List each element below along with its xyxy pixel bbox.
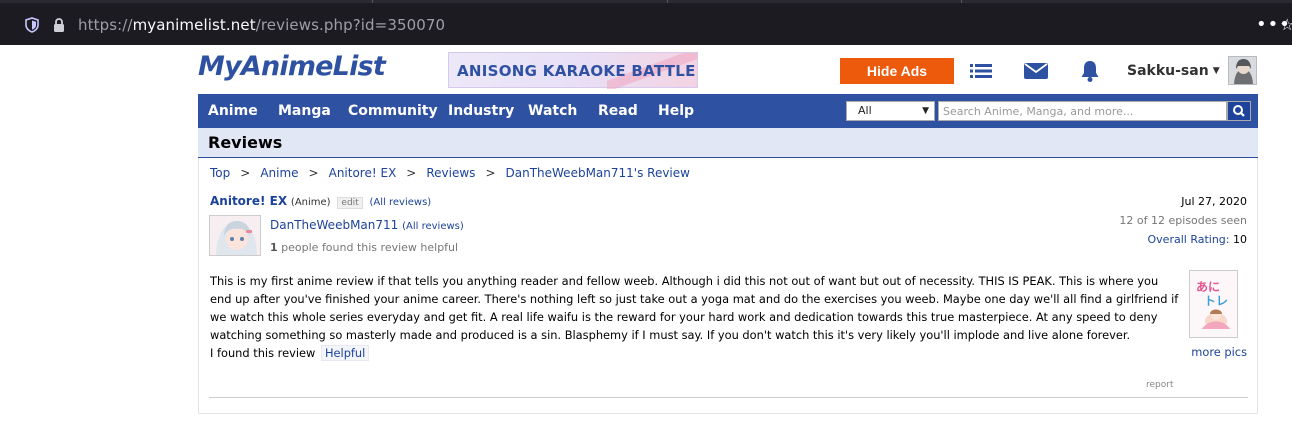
review-body: This is my first anime review if that te…: [210, 274, 1179, 343]
anime-title-link[interactable]: Anitore! EX: [210, 194, 287, 208]
lock-icon[interactable]: [53, 18, 65, 32]
anime-type: (Anime): [290, 197, 331, 208]
overall-rating: Overall Rating: 10: [1148, 233, 1247, 246]
search-input[interactable]: Search Anime, Manga, and more...: [938, 101, 1227, 121]
avatar-image: [1229, 57, 1256, 84]
tracking-protection-shield-icon[interactable]: [25, 17, 39, 33]
breadcrumb-anime-title[interactable]: Anitore! EX: [329, 166, 397, 180]
reviewer-avatar-image: [210, 216, 260, 255]
overall-rating-value: 10: [1233, 233, 1247, 246]
nav-industry[interactable]: Industry: [448, 103, 514, 119]
episodes-seen: 12 of 12 episodes seen: [1119, 214, 1247, 227]
anime-all-reviews-link[interactable]: (All reviews): [370, 197, 432, 208]
search-icon: [1233, 105, 1245, 117]
messages-envelope-icon[interactable]: [1023, 58, 1049, 84]
hide-ads-button[interactable]: Hide Ads: [840, 58, 954, 84]
breadcrumb-review[interactable]: DanTheWeebMan711's Review: [506, 166, 690, 180]
breadcrumb: Top > Anime > Anitore! EX > Reviews > DanTheWeeb…: [210, 166, 690, 180]
helpful-count-text: people found this review helpful: [281, 241, 459, 254]
nav-manga[interactable]: Manga: [278, 103, 331, 119]
edit-button[interactable]: edit: [337, 197, 363, 209]
nav-read[interactable]: Read: [598, 103, 638, 119]
breadcrumb-separator: >: [485, 166, 496, 180]
nav-watch[interactable]: Watch: [528, 103, 577, 119]
overall-rating-label: Overall Rating:: [1147, 233, 1230, 246]
page-header: Reviews: [198, 128, 1258, 158]
main-nav: Anime Manga Community Industry Watch Rea…: [198, 94, 1258, 128]
anime-poster[interactable]: あに トレ: [1189, 270, 1238, 338]
review-date: Jul 27, 2020: [1181, 195, 1247, 208]
reviewer-name-link[interactable]: DanTheWeebMan711: [270, 218, 398, 232]
breadcrumb-top[interactable]: Top: [210, 166, 230, 180]
username: Sakku-san: [1127, 63, 1209, 79]
search-button[interactable]: [1227, 101, 1251, 121]
helpful-button[interactable]: Helpful: [320, 345, 370, 361]
poster-image: あに トレ: [1190, 271, 1237, 337]
review-divider: [209, 397, 1248, 398]
url-text[interactable]: https://myanimelist.net/reviews.php?id=3…: [78, 16, 445, 34]
helpful-count-number: 1: [270, 241, 278, 254]
helpful-count: 1 people found this review helpful: [270, 241, 458, 254]
page-title: Reviews: [208, 133, 283, 152]
reviewer-avatar[interactable]: [209, 215, 261, 256]
notifications-bell-icon[interactable]: [1077, 58, 1103, 84]
svg-text:あに: あに: [1196, 280, 1220, 294]
user-avatar[interactable]: [1228, 56, 1257, 85]
svg-text:トレ: トレ: [1204, 294, 1228, 308]
url-scheme: https://: [78, 16, 133, 34]
reviewer-line: DanTheWeebMan711 (All reviews): [270, 218, 464, 232]
breadcrumb-reviews[interactable]: Reviews: [426, 166, 475, 180]
site-logo[interactable]: MyAnimeList: [198, 51, 386, 82]
nav-community[interactable]: Community: [348, 103, 438, 119]
breadcrumb-separator: >: [308, 166, 319, 180]
user-menu[interactable]: Sakku-san ▼: [1127, 63, 1220, 79]
search-category-select[interactable]: All ▼: [846, 101, 935, 121]
breadcrumb-anime[interactable]: Anime: [260, 166, 298, 180]
more-pics-link[interactable]: more pics: [1191, 345, 1247, 359]
chevron-down-icon: ▼: [1212, 66, 1220, 76]
banner-text: ANISONG KARAOKE BATTLE: [457, 62, 696, 80]
reviewer-all-reviews-link[interactable]: (All reviews): [402, 221, 464, 232]
helpful-prompt: I found this review Helpful: [210, 345, 370, 361]
bookmark-star-icon[interactable]: ☆: [1280, 15, 1292, 34]
breadcrumb-separator: >: [240, 166, 251, 180]
url-path: /reviews.php?id=350070: [255, 16, 446, 34]
nav-help[interactable]: Help: [658, 103, 694, 119]
event-banner[interactable]: ANISONG KARAOKE BATTLE: [448, 52, 698, 89]
url-host: myanimelist.net: [132, 16, 256, 34]
search-category-value: All: [858, 104, 872, 117]
breadcrumb-separator: >: [406, 166, 417, 180]
helpful-prompt-text: I found this review: [210, 346, 316, 360]
dropdown-arrow-icon: ▼: [922, 106, 929, 116]
browser-address-bar[interactable]: https://myanimelist.net/reviews.php?id=3…: [0, 3, 1292, 45]
nav-anime[interactable]: Anime: [208, 103, 258, 119]
reviewed-anime-line: Anitore! EX (Anime) edit (All reviews): [210, 194, 432, 209]
report-link[interactable]: report: [1146, 380, 1174, 390]
list-icon[interactable]: [968, 58, 994, 84]
